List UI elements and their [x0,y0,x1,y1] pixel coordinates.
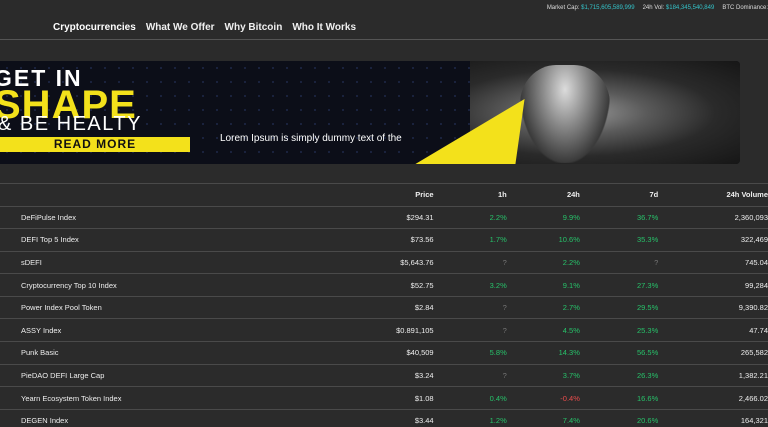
table-row[interactable]: PieDAO DEFI Large Cap $3.24? 3.7% 26.3% 1,38… [0,363,768,387]
change-7d: ? [579,250,659,274]
volume-24h: 99,284 [658,273,768,297]
coin-price: $73.56 [350,228,434,252]
coin-price: $52.75 [350,273,434,297]
change-24h: 7.4% [506,408,580,427]
table-row[interactable]: Yearn Ecosystem Token Index $1.08 0.4% -0.4… [0,386,768,410]
change-24h: -0.4% [506,386,580,410]
table-row[interactable]: sDEFI $5,643.76? 2.2%? 745.04 [0,250,768,274]
change-1h: 2.2% [433,205,507,229]
coin-name[interactable]: Cryptocurrency Top 10 Index [0,273,351,297]
column-header-price[interactable]: Price [350,184,433,206]
table-row[interactable]: Punk Basic $40,509 5.8% 14.3% 56.5% 265,582 [0,341,768,365]
change-7d: 27.3% [579,273,659,297]
coin-price: $0.891,105 [350,318,434,342]
nav-item-cryptocurrencies[interactable]: Cryptocurrencies [53,22,136,33]
coin-name[interactable]: DEGEN Index [0,408,351,427]
table-row[interactable]: ASSY Index $0.891,105? 4.5% 25.3% 47.74 [0,318,768,342]
table-row[interactable]: DEFI Top 5 Index $73.56 1.7% 10.6% 35.3% 322,… [0,228,768,252]
change-7d: 56.5% [579,341,659,365]
volume-24h: 47.74 [658,318,768,342]
change-1h: ? [433,318,507,342]
nav-item-what-we-offer[interactable]: What We Offer [146,22,215,33]
change-24h: 9.1% [506,273,580,297]
change-1h: ? [433,295,507,319]
table-row[interactable]: DEGEN Index $3.44 1.2% 7.4% 20.6% 164,321 [0,408,768,427]
change-24h: 3.7% [506,363,580,387]
change-1h: ? [433,250,507,274]
change-7d: 35.3% [579,228,659,252]
volume-24h: 164,321 [658,408,768,427]
btc-dominance-stat: BTC Dominance: [722,5,768,11]
column-header-7d[interactable]: 7d [580,184,658,206]
change-24h: 2.7% [506,295,580,319]
volume-24h: 1,382.21 [658,363,768,387]
column-header-name[interactable] [0,184,350,206]
volume-24h: 265,582 [658,341,768,365]
change-1h: ? [433,363,507,387]
column-header-volume[interactable]: 24h Volume [658,184,768,206]
market-cap-value: $1,715,605,589,999 [581,5,635,11]
change-7d: 25.3% [579,318,659,342]
column-header-1h[interactable]: 1h [434,184,507,206]
coin-price: $294.31 [350,205,434,229]
change-1h: 1.2% [433,408,507,427]
coin-name[interactable]: Punk Basic [0,341,351,365]
athlete-figure [520,65,610,163]
volume-24h: 2,360,093 [658,205,768,229]
change-1h: 3.2% [433,273,507,297]
table-header-row: Price 1h 24h 7d 24h Volume [0,184,768,206]
volume-stat: 24h Vol: $184,345,540,849 [643,5,715,11]
nav-item-why-bitcoin[interactable]: Why Bitcoin [225,22,283,33]
coin-price: $1.08 [350,386,434,410]
market-ticker-bar: Market Cap: $1,715,605,589,999 24h Vol: … [539,0,768,16]
read-more-button[interactable]: READ MORE [0,137,190,152]
change-1h: 0.4% [433,386,507,410]
top-navigation: Cryptocurrencies What We Offer Why Bitco… [0,16,768,40]
change-7d: 26.3% [579,363,659,387]
nav-item-who-it-works[interactable]: Who It Works [292,22,356,33]
coin-name[interactable]: DeFiPulse Index [0,205,351,229]
coin-price: $3.24 [350,363,434,387]
coin-name[interactable]: DEFI Top 5 Index [0,228,351,252]
volume-label: 24h Vol: [642,5,665,11]
volume-24h: 2,466.02 [658,386,768,410]
change-7d: 20.6% [579,408,659,427]
coin-price: $40,509 [350,341,434,365]
change-24h: 2.2% [506,250,580,274]
banner-accent-shape [415,99,525,164]
coin-price: $2.84 [350,295,434,319]
banner-body-text: Lorem Ipsum is simply dummy text of the [220,133,402,144]
market-cap-label: Market Cap: [546,5,580,11]
column-header-24h[interactable]: 24h [507,184,580,206]
change-24h: 10.6% [506,228,580,252]
table-row[interactable]: DeFiPulse Index $294.31 2.2% 9.9% 36.7% 2,360… [0,205,768,229]
volume-24h: 745.04 [658,250,768,274]
coin-name[interactable]: Yearn Ecosystem Token Index [0,386,351,410]
coin-price: $5,643.76 [350,250,434,274]
change-1h: 5.8% [433,341,507,365]
change-24h: 14.3% [506,341,580,365]
coin-price: $3.44 [350,408,434,427]
coin-name[interactable]: Power Index Pool Token [0,295,351,319]
promo-banner[interactable]: GET IN SHAPE & BE HEALTY READ MORE Lorem… [0,61,740,164]
coin-name[interactable]: ASSY Index [0,318,351,342]
volume-24h: 9,390.82 [658,295,768,319]
change-7d: 29.5% [579,295,659,319]
change-7d: 16.6% [579,386,659,410]
btc-dominance-label: BTC Dominance: [722,5,768,11]
change-7d: 36.7% [579,205,659,229]
banner-heading-line3: & BE HEALTY [0,113,142,135]
coin-name[interactable]: sDEFI [0,250,351,274]
coin-name[interactable]: PieDAO DEFI Large Cap [0,363,351,387]
nav-links: Cryptocurrencies What We Offer Why Bitco… [53,22,366,33]
table-row[interactable]: Cryptocurrency Top 10 Index $52.75 3.2% 9.1… [0,273,768,297]
volume-value: $184,345,540,849 [665,5,715,11]
market-cap-stat: Market Cap: $1,715,605,589,999 [547,5,635,11]
change-24h: 4.5% [506,318,580,342]
change-1h: 1.7% [433,228,507,252]
volume-24h: 322,469 [658,228,768,252]
table-row[interactable]: Power Index Pool Token $2.84? 2.7% 29.5% 9,3… [0,295,768,319]
crypto-table: Price 1h 24h 7d 24h Volume DeFiPulse Ind… [0,184,768,427]
change-24h: 9.9% [506,205,580,229]
